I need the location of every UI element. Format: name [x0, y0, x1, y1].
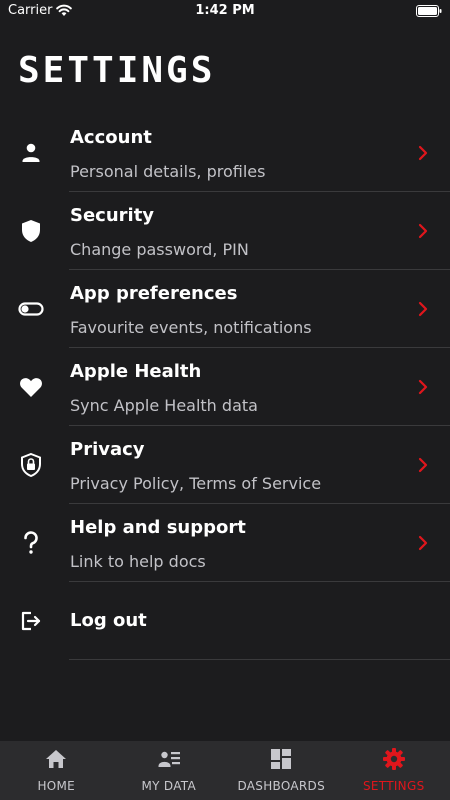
settings-list: Account Personal details, profiles Secur…: [0, 114, 450, 660]
status-bar: Carrier 1:42 PM: [0, 0, 450, 24]
item-title: Security: [70, 205, 155, 226]
my-data-icon: [158, 751, 180, 767]
tab-home[interactable]: HOME: [0, 741, 113, 800]
settings-item-apple-health[interactable]: Apple Health Sync Apple Health data: [0, 348, 450, 426]
item-title: App preferences: [70, 283, 238, 304]
chevron-right-icon: [418, 145, 428, 161]
gear-icon: [382, 748, 405, 770]
item-subtitle: Personal details, profiles: [70, 162, 266, 181]
item-subtitle: Change password, PIN: [70, 240, 249, 259]
toggle-icon: [18, 296, 44, 322]
question-icon: [18, 530, 44, 556]
tab-label: HOME: [37, 779, 76, 793]
chevron-right-icon: [418, 379, 428, 395]
item-title: Apple Health: [70, 361, 202, 382]
tab-label: DASHBOARDS: [237, 779, 326, 793]
shield-icon: [18, 218, 44, 244]
logout-icon: [18, 608, 44, 634]
item-subtitle: Favourite events, notifications: [70, 318, 312, 337]
chevron-right-icon: [418, 457, 428, 473]
item-title: Privacy: [70, 439, 145, 460]
settings-item-account[interactable]: Account Personal details, profiles: [0, 114, 450, 192]
item-subtitle: Link to help docs: [70, 552, 206, 571]
status-time: 1:42 PM: [195, 3, 255, 18]
settings-item-security[interactable]: Security Change password, PIN: [0, 192, 450, 270]
shield-lock-icon: [18, 452, 44, 478]
tab-bar: HOME MY DATA DASHBOARDS SETTINGS: [0, 741, 450, 800]
tab-label: MY DATA: [141, 779, 196, 793]
settings-item-help-and-support[interactable]: Help and support Link to help docs: [0, 504, 450, 582]
dashboards-icon: [271, 749, 292, 769]
logout-button[interactable]: Log out: [0, 582, 450, 660]
item-title: Help and support: [70, 517, 246, 538]
chevron-right-icon: [418, 223, 428, 239]
tab-my-data[interactable]: MY DATA: [113, 741, 226, 800]
tab-dashboards[interactable]: DASHBOARDS: [225, 741, 338, 800]
heart-icon: [18, 374, 44, 400]
tab-settings[interactable]: SETTINGS: [338, 741, 450, 800]
page-title: SETTINGS: [18, 50, 216, 91]
item-subtitle: Privacy Policy, Terms of Service: [70, 474, 322, 493]
divider: [69, 659, 450, 660]
chevron-right-icon: [418, 301, 428, 317]
home-icon: [46, 750, 67, 768]
settings-item-privacy[interactable]: Privacy Privacy Policy, Terms of Service: [0, 426, 450, 504]
item-subtitle: Sync Apple Health data: [70, 396, 258, 415]
person-icon: [18, 140, 44, 166]
battery-icon: [416, 5, 442, 17]
item-title: Account: [70, 127, 152, 148]
settings-item-app-preferences[interactable]: App preferences Favourite events, notifi…: [0, 270, 450, 348]
tab-label: SETTINGS: [363, 779, 425, 793]
chevron-right-icon: [418, 535, 428, 551]
logout-label: Log out: [70, 610, 147, 631]
